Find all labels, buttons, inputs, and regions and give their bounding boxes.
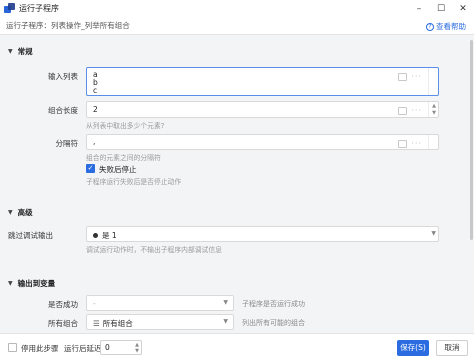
separator-input[interactable]: , ···	[86, 134, 439, 150]
section-general[interactable]: ▼ 常规	[8, 46, 33, 57]
output-success-select[interactable]: - ▼	[86, 295, 234, 311]
output-combos-value: ☰ 所有组合	[93, 319, 133, 328]
title-bar: 运行子程序 – ☐ ✕	[0, 0, 474, 17]
disable-step-checkbox[interactable]	[8, 343, 17, 352]
close-button[interactable]: ✕	[452, 0, 474, 17]
more-icon[interactable]: ···	[411, 106, 422, 115]
help-link-label: 查看帮助	[436, 22, 466, 31]
stop-on-fail-label: 失败后停止	[99, 165, 137, 174]
chevron-down-icon: ▼	[223, 318, 228, 325]
spinner-down-icon[interactable]: ▼	[432, 110, 436, 116]
debug-output-value: 是 1	[93, 230, 117, 241]
output-combos-label: 所有组合	[48, 319, 78, 328]
disable-step-label: 停用此步骤	[21, 344, 59, 353]
app-logo-icon	[4, 3, 15, 14]
debug-output-select[interactable]: 是 1 ▼	[86, 226, 439, 242]
expression-icon[interactable]	[398, 106, 408, 115]
chevron-down-icon: ▼	[8, 280, 13, 287]
input-list-line: c	[93, 86, 98, 95]
spinner-up-icon[interactable]: ▲	[432, 103, 436, 109]
output-combos-desc: 列出所有可能的组合	[242, 319, 305, 327]
more-icon[interactable]: ···	[411, 72, 422, 81]
delay-label: 运行后延迟:	[64, 344, 105, 353]
minimize-button[interactable]: –	[408, 0, 430, 17]
footer: 停用此步骤 运行后延迟: 0 ▲ ▼ 保存(S) 取消	[0, 333, 474, 363]
combo-length-hint: 从列表中取出多少个元素?	[86, 122, 165, 130]
output-success-value: -	[93, 299, 96, 308]
section-output[interactable]: ▼ 输出到变量	[8, 278, 55, 289]
cancel-button[interactable]: 取消	[436, 340, 468, 356]
expression-icon[interactable]	[398, 72, 408, 81]
sub-header: 运行子程序：列表操作_列举所有组合 ? 查看帮助	[0, 17, 474, 35]
variable-icon: ☰	[93, 319, 100, 328]
field-tools: ···	[398, 106, 422, 115]
input-list-field[interactable]: a b c ···	[86, 67, 439, 96]
debug-output-hint: 调试运行动作时，不输出子程序内部调试信息	[86, 246, 222, 254]
output-success-label: 是否成功	[48, 300, 78, 309]
section-advanced-title: 高级	[17, 208, 33, 217]
status-dot-icon	[93, 233, 98, 238]
chevron-down-icon: ▼	[223, 299, 228, 306]
expression-icon[interactable]	[398, 139, 408, 148]
window-controls: – ☐ ✕	[408, 0, 474, 17]
delay-input[interactable]: 0 ▲ ▼	[100, 340, 142, 355]
spinner-down-icon[interactable]: ▼	[135, 348, 139, 354]
stop-on-fail-checkbox[interactable]: ✓	[86, 164, 95, 173]
field-tools: ···	[398, 72, 422, 81]
breadcrumb: 运行子程序：列表操作_列举所有组合	[6, 21, 130, 30]
chevron-down-icon: ▼	[431, 230, 436, 237]
output-success-desc: 子程序是否运行成功	[242, 300, 305, 308]
more-icon[interactable]: ···	[411, 139, 422, 148]
combo-length-input[interactable]: 2 ··· ▲ ▼	[86, 101, 439, 118]
separator-hint: 组合的元素之间的分隔符	[86, 154, 161, 162]
output-combos-select[interactable]: ☰ 所有组合 ▼	[86, 314, 234, 330]
field-tools: ···	[398, 139, 422, 148]
combo-length-value: 2	[93, 105, 98, 114]
section-output-title: 输出到变量	[17, 279, 56, 288]
maximize-button[interactable]: ☐	[430, 0, 452, 17]
chevron-down-icon: ▼	[8, 48, 13, 55]
save-button[interactable]: 保存(S)	[397, 340, 429, 356]
stop-on-fail-hint: 子程序运行失败后是否停止动作	[86, 178, 182, 186]
delay-value: 0	[105, 343, 110, 352]
section-advanced[interactable]: ▼ 高级	[8, 207, 33, 218]
separator-label: 分隔符	[55, 139, 79, 148]
help-icon: ?	[426, 22, 434, 31]
chevron-down-icon: ▼	[8, 209, 13, 216]
help-link[interactable]: ? 查看帮助	[426, 21, 466, 32]
window-title: 运行子程序	[19, 4, 59, 13]
input-list-label: 输入列表	[48, 72, 78, 81]
section-general-title: 常规	[17, 47, 33, 56]
combo-length-label: 组合长度	[48, 106, 78, 115]
scrollbar[interactable]	[469, 36, 474, 332]
separator-value: ,	[93, 137, 96, 146]
